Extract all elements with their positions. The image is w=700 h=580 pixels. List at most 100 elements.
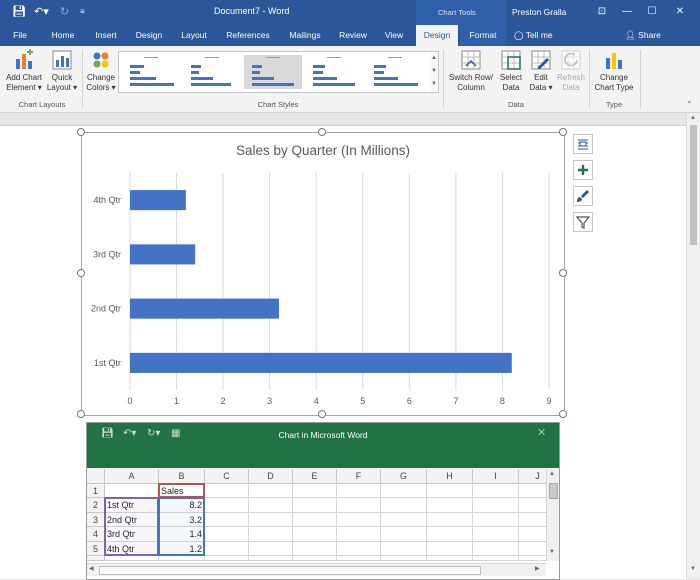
tab-layout[interactable]: Layout [175,25,213,46]
empty-cell[interactable] [473,512,519,527]
row-header[interactable]: 4 [87,527,105,542]
empty-cell[interactable] [337,498,381,513]
column-header-h[interactable]: H [427,469,473,484]
layout-options-button[interactable] [573,134,593,154]
empty-cell[interactable] [337,527,381,542]
empty-cell[interactable] [427,541,473,556]
save-icon[interactable]: 💾︎ [12,4,26,20]
resize-handle-top-right[interactable] [559,128,567,136]
sheet-horizontal-scrollbar[interactable]: ◀ ▶ [87,563,546,576]
chart-filters-button[interactable] [573,212,593,232]
quick-layout-button[interactable]: Quick Layout ▾ [46,49,78,93]
row-header[interactable]: 1 [87,483,105,498]
tab-design[interactable]: Design [130,25,168,46]
empty-cell[interactable] [381,556,427,561]
empty-cell[interactable] [249,512,293,527]
empty-cell[interactable] [205,556,249,561]
bar[interactable] [130,244,196,265]
change-colors-button[interactable]: Change Colors ▾ [84,49,118,93]
empty-cell[interactable] [293,512,337,527]
resize-handle-bottom-right[interactable] [559,410,567,418]
undo-icon[interactable]: ↶▾ [34,4,49,20]
close-icon[interactable]: ✕ [537,426,546,439]
empty-cell[interactable] [381,512,427,527]
resize-handle-top-left[interactable] [77,128,85,136]
resize-handle-bottom[interactable] [318,410,326,418]
select-all-corner[interactable] [87,469,105,484]
tab-chart-format[interactable]: Format [460,25,506,46]
tab-view[interactable]: View [378,25,410,46]
chart-object[interactable]: Sales by Quarter (In Millions) 012345678… [81,132,565,416]
bar[interactable] [130,352,512,373]
scrollbar-thumb[interactable] [549,483,558,499]
resize-handle-right[interactable] [559,269,567,277]
tab-references[interactable]: References [220,25,276,46]
empty-cell[interactable] [249,556,293,561]
empty-cell[interactable] [381,498,427,513]
tab-insert[interactable]: Insert [88,25,124,46]
maximize-button[interactable]: ☐ [642,3,662,21]
redo-icon[interactable]: ↻ [60,4,69,20]
resize-handle-top[interactable] [318,128,326,136]
tab-chart-design[interactable]: Design [416,25,458,46]
empty-cell[interactable] [337,512,381,527]
empty-cell[interactable] [473,556,519,561]
resize-handle-bottom-left[interactable] [77,410,85,418]
minimize-button[interactable]: — [617,3,637,21]
empty-cell[interactable] [293,541,337,556]
chart-style-thumbnail[interactable] [183,55,241,89]
column-header-f[interactable]: F [337,469,381,484]
empty-cell[interactable] [205,541,249,556]
tab-home[interactable]: Home [44,25,82,46]
empty-cell[interactable] [159,556,205,561]
chart-styles-gallery[interactable] [118,51,432,93]
column-header-i[interactable]: I [473,469,519,484]
empty-cell[interactable] [473,498,519,513]
close-button[interactable]: ✕ [670,3,690,21]
bar[interactable] [130,190,186,211]
column-header-c[interactable]: C [205,469,249,484]
empty-cell[interactable] [205,512,249,527]
empty-cell[interactable] [427,527,473,542]
chart-styles-button[interactable] [573,186,593,206]
switch-row-column-button[interactable]: Switch Row/ Column [446,49,496,93]
chart-elements-button[interactable] [573,160,593,180]
column-header-b[interactable]: B [159,469,205,484]
edit-data-button[interactable]: Edit Data ▾ [527,49,555,93]
row-header[interactable] [87,556,105,561]
tab-mailings[interactable]: Mailings [282,25,328,46]
sheet-vertical-scrollbar[interactable]: ▲ ▼ [546,469,559,561]
scrollbar-thumb[interactable] [690,125,697,245]
tab-review[interactable]: Review [334,25,372,46]
empty-cell[interactable] [381,541,427,556]
empty-cell[interactable] [473,483,519,498]
gallery-more-icon[interactable]: ▼ [430,78,438,91]
empty-cell[interactable] [249,483,293,498]
scroll-right-icon[interactable]: ▶ [535,565,540,572]
styles-gallery-scroll[interactable]: ▲ ▼ ▼ [430,51,439,93]
empty-cell[interactable] [337,541,381,556]
empty-cell[interactable] [427,556,473,561]
empty-cell[interactable] [205,498,249,513]
bar[interactable] [130,298,279,319]
chart-style-thumbnail[interactable] [305,55,363,89]
empty-cell[interactable] [381,527,427,542]
empty-cell[interactable] [293,527,337,542]
empty-cell[interactable] [381,483,427,498]
scroll-down-icon[interactable]: ▼ [549,549,555,555]
scroll-down-icon[interactable]: ▼ [430,65,438,78]
scroll-up-icon[interactable]: ▲ [430,52,438,65]
scroll-left-icon[interactable]: ◀ [89,565,94,572]
scroll-up-icon[interactable]: ▲ [690,115,696,121]
scroll-up-icon[interactable]: ▲ [549,471,555,477]
row-header[interactable]: 5 [87,541,105,556]
user-name[interactable]: Preston Gralla [512,7,566,17]
chart-style-thumbnail-selected[interactable] [244,55,302,89]
empty-cell[interactable] [249,527,293,542]
resize-handle-left[interactable] [77,269,85,277]
empty-cell[interactable] [427,512,473,527]
empty-cell[interactable] [205,483,249,498]
chart-style-thumbnail[interactable] [122,55,180,89]
empty-cell[interactable] [249,541,293,556]
add-chart-element-button[interactable]: Add Chart Element ▾ [2,49,46,93]
